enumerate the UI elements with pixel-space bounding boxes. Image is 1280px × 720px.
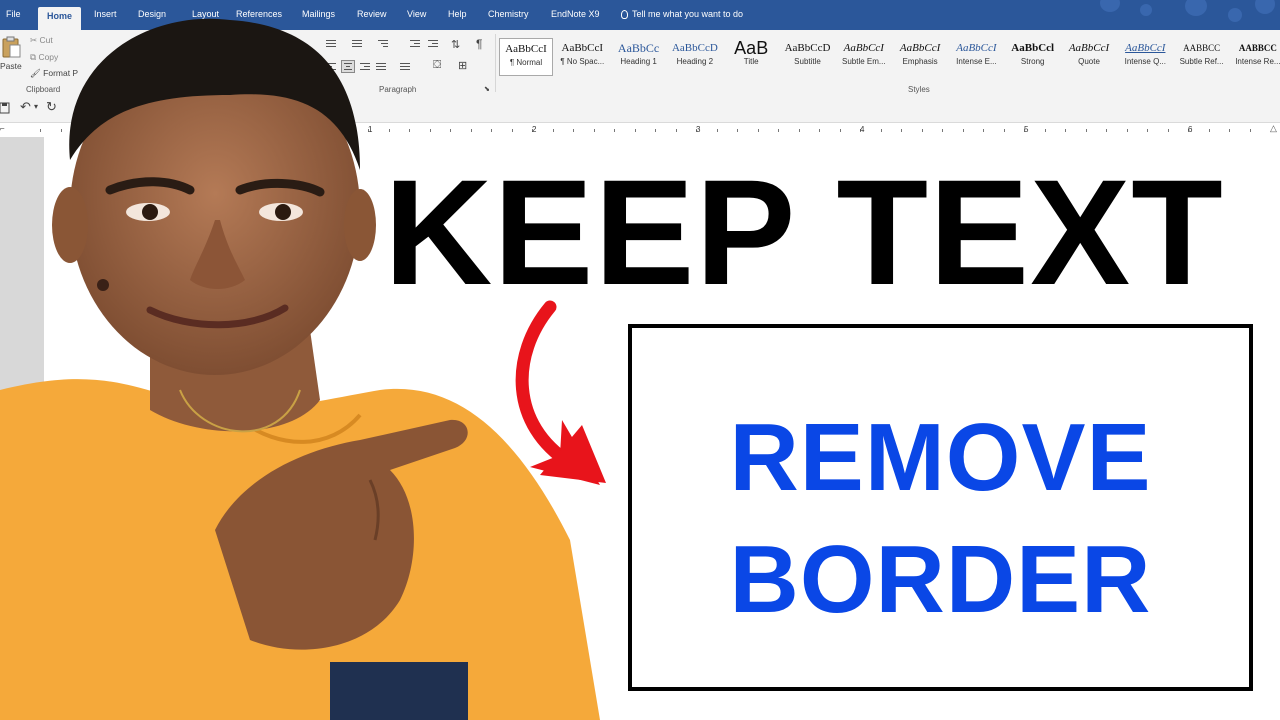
- tell-me-search[interactable]: Tell me what you want to do: [621, 9, 743, 19]
- style-name: Heading 2: [676, 57, 714, 66]
- right-indent-marker-icon[interactable]: △: [1270, 123, 1277, 134]
- ruler-number: 4: [860, 125, 865, 134]
- ruler-tick: [942, 129, 943, 132]
- style-name: Strong: [1020, 57, 1045, 66]
- styles-group-label: Styles: [908, 85, 930, 94]
- style-sample: AaB: [734, 38, 769, 57]
- ruler-tick: [1147, 129, 1148, 132]
- style-name: Title: [743, 57, 759, 66]
- style-subtle-ref[interactable]: AABBCC Subtle Ref...: [1175, 38, 1229, 76]
- style-quote[interactable]: AaBbCcI Quote: [1062, 38, 1116, 76]
- ruler-tick: [778, 129, 779, 132]
- bordered-text-box[interactable]: REMOVE BORDER: [628, 324, 1253, 691]
- style-sample: AaBbCcI: [1125, 42, 1166, 54]
- style-intense-re[interactable]: AABBCC Intense Re...: [1231, 38, 1280, 76]
- ruler-tick: [983, 129, 984, 132]
- style-name: Intense Re...: [1235, 57, 1280, 66]
- style-strong[interactable]: AaBbCcl Strong: [1006, 38, 1060, 76]
- style-subtle-em[interactable]: AaBbCcI Subtle Em...: [837, 38, 891, 76]
- ruler-number: 3: [696, 125, 701, 134]
- box-text-line-2: BORDER: [729, 526, 1152, 633]
- style-sample: AaBbCcI: [899, 42, 941, 54]
- ruler-tick: [675, 129, 677, 132]
- style-intense-e[interactable]: AaBbCcI Intense E...: [949, 38, 1003, 76]
- style-name: Subtitle: [794, 57, 821, 66]
- ruler-tick: [655, 129, 656, 132]
- ruler-tick: [921, 129, 923, 132]
- style-title[interactable]: AaB Title: [724, 38, 778, 76]
- style-sample: AaBbCcD: [671, 42, 718, 54]
- ruler-tick: [839, 129, 841, 132]
- ruler-tick: [1085, 129, 1087, 132]
- ruler-tick: [1065, 129, 1066, 132]
- lightbulb-icon: [621, 9, 628, 19]
- ruler-tick: [1126, 129, 1128, 132]
- ruler-tick: [757, 129, 759, 132]
- ruler-tick: [1229, 129, 1230, 132]
- ruler-tick: [1106, 129, 1107, 132]
- style-sample: AaBbCcD: [784, 42, 831, 54]
- style-sample: AaBbCcI: [1068, 42, 1110, 54]
- style-sample: AABBCC: [1238, 43, 1277, 53]
- ruler-number: 5: [1024, 125, 1029, 134]
- style-name: Subtle Ref...: [1179, 57, 1224, 66]
- ruler-tick: [880, 129, 882, 132]
- presenter-photo: [0, 18, 600, 720]
- style-subtitle[interactable]: AaBbCcD Subtitle: [781, 38, 835, 76]
- ruler-tick: [634, 129, 636, 132]
- style-sample: AaBbCcI: [843, 42, 884, 54]
- ruler-tick: [1167, 129, 1169, 132]
- ruler-tick: [962, 129, 964, 132]
- style-emphasis[interactable]: AaBbCcI Emphasis: [893, 38, 947, 76]
- ruler-tick: [1249, 129, 1251, 132]
- style-intense-q[interactable]: AaBbCcI Intense Q...: [1118, 38, 1172, 76]
- ruler-number: 6: [1188, 125, 1193, 134]
- style-heading-2[interactable]: AaBbCcD Heading 2: [668, 38, 722, 76]
- style-name: Intense Q...: [1124, 57, 1166, 66]
- style-sample: AaBbCcI: [956, 42, 997, 54]
- ruler-tick: [798, 129, 800, 132]
- style-sample: AABBCC: [1183, 43, 1221, 53]
- ruler-tick: [1208, 129, 1210, 132]
- tell-me-label: Tell me what you want to do: [632, 9, 744, 19]
- ruler-tick: [1044, 129, 1046, 132]
- style-name: Quote: [1078, 57, 1100, 66]
- ruler-tick: [716, 129, 718, 132]
- style-sample: AaBbCcl: [1011, 42, 1055, 54]
- box-text-line-1: REMOVE: [729, 404, 1152, 511]
- style-name: Emphasis: [902, 57, 938, 66]
- ruler-tick: [901, 129, 902, 132]
- style-name: Intense E...: [956, 57, 997, 66]
- ruler-tick: [1003, 129, 1005, 132]
- ruler-tick: [737, 129, 738, 132]
- ruler-tick: [819, 129, 820, 132]
- style-name: Subtle Em...: [842, 57, 886, 66]
